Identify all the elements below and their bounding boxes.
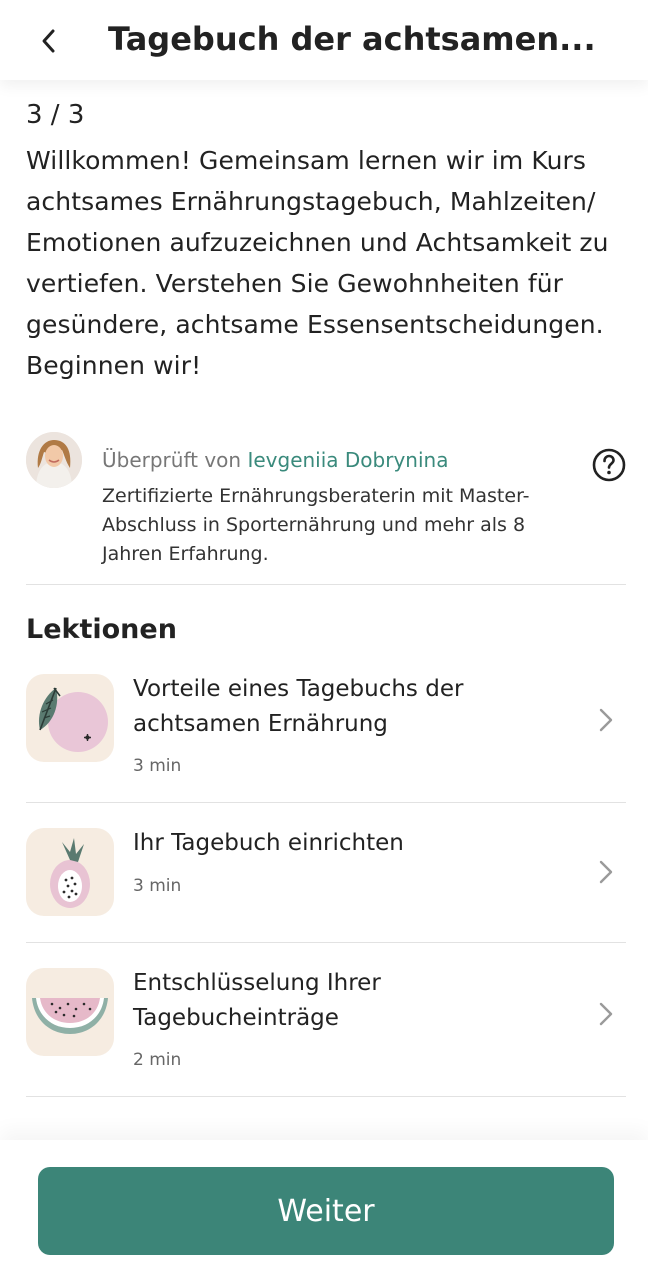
dragonfruit-icon: [26, 828, 114, 916]
continue-button[interactable]: Weiter: [38, 1167, 614, 1255]
lesson-item[interactable]: Vorteile eines Tagebuchs der achtsamen E…: [26, 674, 626, 802]
back-button[interactable]: [30, 22, 68, 60]
lesson-item[interactable]: Ihr Tagebuch einrichten 3 min: [26, 828, 626, 942]
reviewer-section: Überprüft von Ievgeniia Dobrynina Zertif…: [26, 432, 626, 582]
reviewed-by-label: Überprüft von: [102, 448, 242, 472]
reviewer-name-link[interactable]: Ievgeniia Dobrynina: [247, 448, 448, 472]
step-counter: 3 / 3: [26, 100, 85, 130]
question-circle-icon: [592, 448, 626, 482]
divider: [26, 942, 626, 943]
reviewer-photo-icon: [26, 432, 82, 488]
chevron-right-icon: [599, 860, 613, 884]
help-button[interactable]: [592, 448, 626, 482]
lesson-title: Entschlüsselung Ihrer Tagebucheinträge: [133, 970, 381, 1031]
lesson-item[interactable]: Entschlüsselung Ihrer Tagebucheinträge 2…: [26, 968, 626, 1096]
intro-text: Willkommen! Gemeinsam lernen wir im Kurs…: [26, 146, 609, 380]
apple-leaf-icon: [26, 674, 114, 762]
lesson-duration: 3 min: [133, 756, 182, 776]
lesson-duration: 2 min: [133, 1050, 182, 1070]
page-title: Tagebuch der achtsamen...: [108, 20, 596, 58]
divider: [26, 802, 626, 803]
divider: [26, 1096, 626, 1097]
top-bar: Tagebuch der achtsamen...: [0, 0, 648, 80]
reviewed-by-line: Überprüft von Ievgeniia Dobrynina: [102, 448, 448, 472]
lessons-heading: Lektionen: [26, 614, 177, 645]
lesson-title: Vorteile eines Tagebuchs der achtsamen E…: [133, 676, 464, 737]
divider: [26, 584, 626, 585]
chevron-right-icon: [599, 708, 613, 732]
watermelon-icon: [26, 968, 114, 1056]
chevron-right-icon: [599, 1002, 613, 1026]
lesson-title: Ihr Tagebuch einrichten: [133, 830, 404, 856]
lesson-duration: 3 min: [133, 876, 182, 896]
bottom-bar: Weiter: [0, 1140, 648, 1280]
reviewer-description: Zertifizierte Ernährungsberaterin mit Ma…: [102, 485, 530, 565]
avatar: [26, 432, 82, 488]
chevron-left-icon: [42, 29, 55, 53]
